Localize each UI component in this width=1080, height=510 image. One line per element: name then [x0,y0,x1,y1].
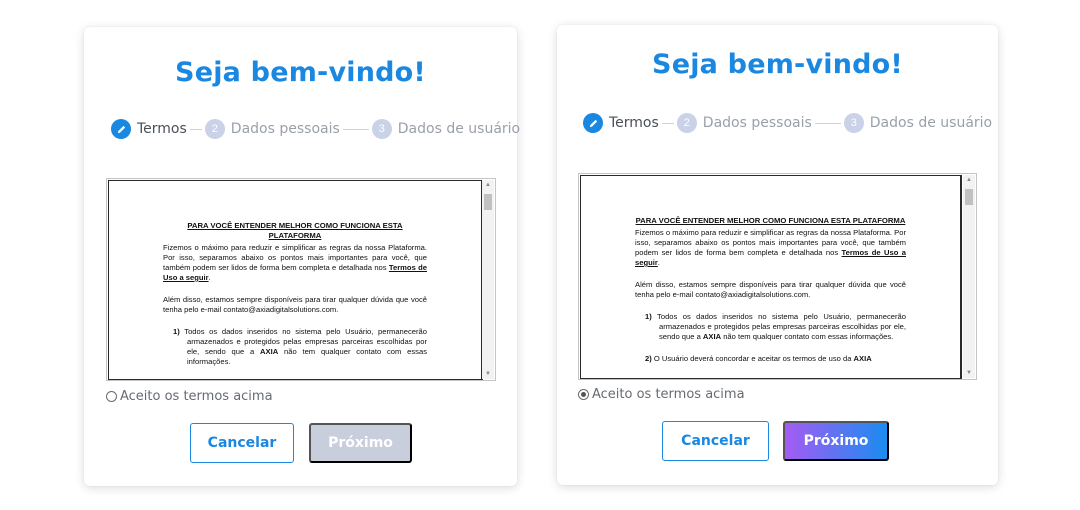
step-2-label: Dados pessoais [702,115,812,131]
step-3-label: Dados de usuário [869,115,993,131]
terms-heading: PARA VOCÊ ENTENDER MELHOR COMO FUNCIONA … [187,221,403,240]
page-title: Seja bem-vindo! [175,57,426,88]
welcome-card-accepted: Seja bem-vindo! Termos 2 Dados pessoais … [557,25,998,485]
accept-terms-label: Aceito os termos acima [120,389,273,404]
scrollbar[interactable]: ▲ ▼ [482,180,494,379]
scroll-up-icon[interactable]: ▲ [482,180,494,190]
step-2-number: 2 [676,113,697,133]
scroll-down-icon[interactable]: ▼ [963,368,975,378]
scroll-thumb[interactable] [965,189,973,205]
terms-list-item: 1) Todos os dados inseridos no sistema p… [173,327,427,366]
next-button[interactable]: Próximo [783,421,889,461]
step-2-label: Dados pessoais [230,121,340,137]
step-connector [189,128,202,130]
terms-document-viewer[interactable]: PARA VOCÊ ENTENDER MELHOR COMO FUNCIONA … [106,178,496,381]
terms-list-item: 2) O Usuário deverá concordar e aceitar … [645,354,872,363]
step-2-number: 2 [204,119,225,139]
terms-document-viewer[interactable]: PARA VOCÊ ENTENDER MELHOR COMO FUNCIONA … [578,173,977,380]
scroll-down-icon[interactable]: ▼ [482,369,494,379]
step-1-label: Termos [137,121,187,137]
pencil-icon [589,119,597,127]
terms-list-item: 1) Todos os dados inseridos no sistema p… [645,312,906,341]
cancel-button[interactable]: Cancelar [190,423,294,463]
step-connector [661,122,674,124]
step-connector [342,128,369,130]
step-3-number: 3 [843,113,864,133]
page-title: Seja bem-vindo! [652,49,903,80]
welcome-card-unaccepted: Seja bem-vindo! Termos 2 Dados pessoais … [84,27,520,486]
step-3-label: Dados de usuário [397,121,521,137]
scroll-up-icon[interactable]: ▲ [963,175,975,185]
radio-checked[interactable] [578,389,589,400]
terms-page: PARA VOCÊ ENTENDER MELHOR COMO FUNCIONA … [580,175,962,379]
terms-page: PARA VOCÊ ENTENDER MELHOR COMO FUNCIONA … [108,180,483,380]
stepper: Termos 2 Dados pessoais 3 Dados de usuár… [111,119,520,139]
step-1-active [583,113,603,133]
step-1-active [111,119,131,139]
terms-heading: PARA VOCÊ ENTENDER MELHOR COMO FUNCIONA … [635,216,906,225]
scroll-thumb[interactable] [484,194,492,210]
terms-paragraph: Além disso, estamos sempre disponíveis p… [163,295,427,314]
step-1-label: Termos [609,115,659,131]
terms-paragraph: Fizemos o máximo para reduzir e simplifi… [635,228,906,267]
step-3-number: 3 [371,119,392,139]
scrollbar[interactable]: ▲ ▼ [963,175,975,378]
stepper: Termos 2 Dados pessoais 3 Dados de usuár… [583,113,992,133]
accept-terms-label: Aceito os termos acima [592,387,745,402]
cancel-button[interactable]: Cancelar [662,421,769,461]
terms-paragraph: Fizemos o máximo para reduzir e simplifi… [163,243,427,282]
pencil-icon [117,125,125,133]
terms-paragraph: Além disso, estamos sempre disponíveis p… [635,280,906,299]
terms-content: PARA VOCÊ ENTENDER MELHOR COMO FUNCIONA … [163,221,427,380]
accept-terms-radio[interactable]: Aceito os termos acima [578,387,745,402]
radio-unchecked[interactable] [106,391,117,402]
next-button-disabled: Próximo [309,423,412,463]
step-connector [814,122,841,124]
terms-list-item: 2) O Usuário deverá concordar e aceitar … [173,379,427,380]
accept-terms-radio[interactable]: Aceito os termos acima [106,389,273,404]
terms-content: PARA VOCÊ ENTENDER MELHOR COMO FUNCIONA … [635,216,906,376]
